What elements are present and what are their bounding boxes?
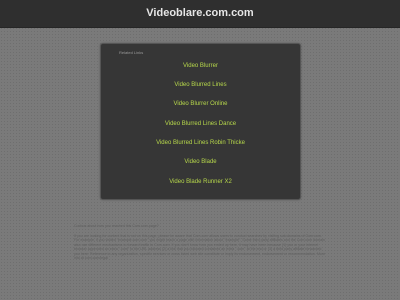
related-link-video-blurred-lines[interactable]: Video Blurred Lines [101,82,300,88]
footer-disclaimer: If you are looking for content that is n… [74,234,326,261]
related-link-video-blurrer-online[interactable]: Video Blurrer Online [101,101,300,107]
site-title: Videoblare.com.com [146,7,254,19]
related-link-video-blurred-lines-dance[interactable]: Video Blurred Lines Dance [101,121,300,127]
related-link-video-blade[interactable]: Video Blade [101,159,300,165]
footer-question: Curious about how you reached this Com.c… [74,224,159,228]
related-links-panel: Related Links Video Blurrer Video Blurre… [100,43,301,200]
related-link-video-blurrer[interactable]: Video Blurrer [101,63,300,69]
related-links-label: Related Links [119,50,144,55]
top-bar: Videoblare.com.com [0,0,400,28]
related-link-video-blurred-lines-robin-thicke[interactable]: Video Blurred Lines Robin Thicke [101,140,300,146]
related-link-video-blade-runner-x2[interactable]: Video Blade Runner X2 [101,179,300,185]
